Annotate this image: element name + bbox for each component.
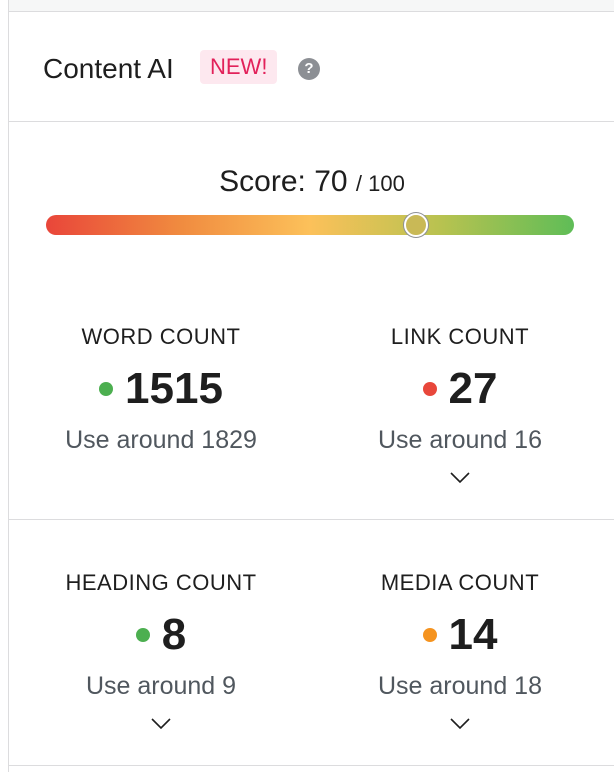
status-dot-icon bbox=[99, 382, 114, 396]
metric-value-row: 8 bbox=[11, 609, 311, 661]
score-value: 70 bbox=[314, 165, 348, 198]
status-dot-icon bbox=[422, 382, 437, 396]
panel-top-divider bbox=[9, 0, 614, 12]
score-label: Score: 70 / 100 bbox=[9, 165, 614, 199]
metric-link-count: LINK COUNT 27 Use around 16 bbox=[310, 323, 610, 485]
chevron-down-icon[interactable] bbox=[449, 715, 471, 731]
help-icon[interactable]: ? bbox=[298, 58, 320, 80]
metric-label: HEADING COUNT bbox=[65, 570, 257, 595]
metric-hint: Use around 16 bbox=[377, 426, 542, 454]
status-dot-icon bbox=[422, 628, 437, 642]
score-indicator bbox=[403, 213, 428, 237]
chevron-down-icon[interactable] bbox=[449, 469, 471, 485]
metric-media-count: MEDIA COUNT 14 Use around 18 bbox=[310, 569, 610, 731]
metric-label: LINK COUNT bbox=[390, 324, 530, 349]
metric-hint: Use around 9 bbox=[85, 672, 237, 700]
metric-value-row: 14 bbox=[310, 609, 610, 661]
metric-value: 14 bbox=[448, 610, 498, 659]
metric-hint: Use around 18 bbox=[377, 672, 542, 700]
chevron-down-icon[interactable] bbox=[150, 715, 172, 731]
metric-heading-count: HEADING COUNT 8 Use around 9 bbox=[11, 569, 311, 731]
metric-word-count: WORD COUNT 1515 Use around 1829 bbox=[11, 323, 311, 455]
new-badge: NEW! bbox=[200, 50, 278, 84]
metric-label: MEDIA COUNT bbox=[380, 570, 540, 595]
panel-title: Content AI bbox=[43, 53, 174, 84]
score-text: Score: bbox=[219, 165, 306, 198]
metric-value: 8 bbox=[161, 610, 187, 659]
metric-label: WORD COUNT bbox=[81, 324, 241, 349]
metric-value-row: 27 bbox=[310, 363, 610, 415]
score-section: Score: 70 / 100 WORD COUNT 1515 Use arou… bbox=[9, 123, 614, 520]
metric-hint: Use around 1829 bbox=[65, 426, 257, 454]
score-gradient-bar bbox=[46, 215, 574, 235]
content-ai-panel: Content AI NEW! ? Score: 70 / 100 WORD C… bbox=[8, 0, 614, 772]
content-ai-header: Content AI NEW! ? bbox=[9, 12, 614, 122]
metric-value: 27 bbox=[448, 364, 498, 413]
score-max: / 100 bbox=[355, 171, 405, 196]
metrics-bottom-section: HEADING COUNT 8 Use around 9 MEDIA COUNT… bbox=[9, 521, 614, 766]
metric-value-row: 1515 bbox=[11, 363, 311, 415]
metric-value: 1515 bbox=[125, 364, 223, 413]
status-dot-icon bbox=[135, 628, 150, 642]
